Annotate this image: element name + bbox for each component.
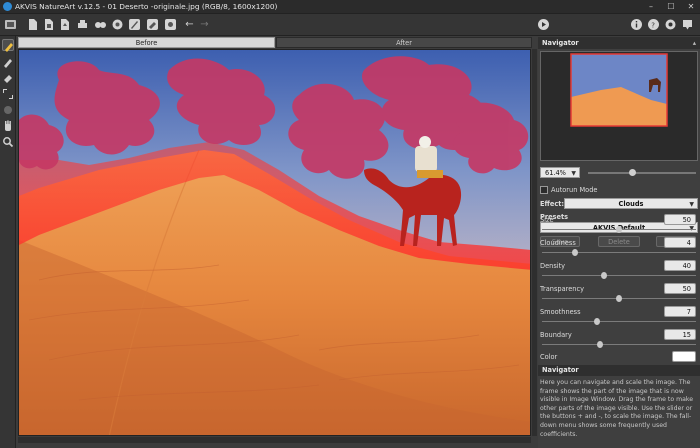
eraser-tool-icon[interactable] xyxy=(146,18,159,31)
tab-after[interactable]: After xyxy=(276,37,532,48)
run-icon[interactable] xyxy=(537,18,550,31)
navigator-title: Navigator xyxy=(542,39,579,47)
hand-icon[interactable] xyxy=(2,120,14,132)
info-icon[interactable] xyxy=(630,18,643,31)
settings-tool-icon[interactable] xyxy=(164,18,177,31)
navigator-header: Navigator ▴ xyxy=(538,37,700,49)
tab-before[interactable]: Before xyxy=(18,37,275,48)
gear-icon[interactable] xyxy=(664,18,677,31)
param-slider[interactable] xyxy=(542,252,696,253)
title-bar: AKVIS NatureArt v.12.5 - 01 Deserto -ori… xyxy=(0,0,700,14)
navigator-thumbnail xyxy=(541,52,697,160)
horizontal-scrollbar[interactable] xyxy=(18,437,531,443)
window-title: AKVIS NatureArt v.12.5 - 01 Deserto -ori… xyxy=(15,2,278,11)
zoom-slider-thumb[interactable] xyxy=(628,169,636,176)
autorun-checkbox[interactable] xyxy=(540,186,548,194)
help-header: Navigator xyxy=(538,365,700,376)
param-slider-thumb[interactable] xyxy=(571,249,578,256)
export-file-icon[interactable] xyxy=(58,18,71,31)
param-value-input[interactable]: 50 xyxy=(664,214,696,225)
brush-tool-icon[interactable] xyxy=(128,18,141,31)
param-cloudiness: Cloudiness 4 xyxy=(538,237,700,261)
brush-icon[interactable] xyxy=(2,39,14,52)
redo-icon[interactable]: → xyxy=(198,18,211,31)
param-label: Transparency xyxy=(540,285,584,293)
main-toolbar: ← → ? xyxy=(0,14,700,36)
param-slider-thumb[interactable] xyxy=(596,341,603,348)
effect-value: Clouds xyxy=(618,200,644,208)
param-transparency: Transparency 50 xyxy=(538,283,700,307)
undo-icon[interactable]: ← xyxy=(183,18,196,31)
notification-icon[interactable] xyxy=(681,18,694,31)
pencil-icon[interactable] xyxy=(2,56,14,68)
svg-text:?: ? xyxy=(651,21,655,29)
param-value-input[interactable]: 50 xyxy=(664,283,696,294)
print-icon[interactable] xyxy=(76,18,89,31)
param-slider-thumb[interactable] xyxy=(601,272,608,279)
close-button[interactable]: ✕ xyxy=(682,0,700,13)
param-slider[interactable] xyxy=(542,275,696,276)
param-value-input[interactable]: 40 xyxy=(664,260,696,271)
collapse-icon[interactable]: ▴ xyxy=(693,37,696,49)
param-value-input[interactable]: 15 xyxy=(664,329,696,340)
eraser-icon[interactable] xyxy=(2,72,14,84)
chevron-down-icon: ▼ xyxy=(689,201,694,208)
param-label: Smoothness xyxy=(540,308,581,316)
minimize-button[interactable]: – xyxy=(642,0,660,13)
view-tabs: Before After xyxy=(18,37,532,48)
zoom-value: 61.4% xyxy=(545,169,566,177)
maximize-button[interactable]: ☐ xyxy=(662,0,680,13)
param-slider-thumb[interactable] xyxy=(616,226,622,233)
help-text: Here you can navigate and scale the imag… xyxy=(540,379,694,438)
param-label: Cloudiness xyxy=(540,239,576,247)
effect-select[interactable]: Clouds ▼ xyxy=(564,198,698,209)
zoom-icon[interactable] xyxy=(2,136,14,148)
param-value-input[interactable]: 7 xyxy=(664,306,696,317)
param-label: Boundary xyxy=(540,331,572,339)
zoom-slider[interactable] xyxy=(588,172,696,174)
param-boundary: Boundary 15 xyxy=(538,329,700,353)
param-value-input[interactable]: 4 xyxy=(664,237,696,248)
param-label: Density xyxy=(540,262,566,270)
color-swatch[interactable] xyxy=(672,351,696,362)
home-icon[interactable] xyxy=(4,18,17,31)
image-canvas[interactable] xyxy=(18,49,531,436)
vertical-scrollbar[interactable] xyxy=(532,49,537,436)
navigator-preview[interactable] xyxy=(540,51,698,161)
app-logo-icon xyxy=(3,2,12,11)
param-slider-thumb[interactable] xyxy=(593,318,600,325)
autorun-label: Autorun Mode xyxy=(551,186,598,194)
color-label: Color xyxy=(540,353,558,361)
magic-icon[interactable] xyxy=(2,104,14,116)
desert-photo xyxy=(19,50,530,435)
param-slider[interactable] xyxy=(542,321,696,322)
param-smoothness: Smoothness 7 xyxy=(538,306,700,330)
param-slider-thumb[interactable] xyxy=(616,295,622,302)
param-size: Size 50 xyxy=(538,214,700,238)
help-icon[interactable]: ? xyxy=(647,18,660,31)
effect-label: Effect: xyxy=(540,200,565,208)
batch-icon[interactable] xyxy=(94,18,107,31)
chevron-down-icon: ▼ xyxy=(571,170,576,177)
share-icon[interactable] xyxy=(111,18,124,31)
save-file-icon[interactable] xyxy=(42,18,55,31)
crop-icon[interactable] xyxy=(2,88,14,100)
left-tool-strip xyxy=(0,36,16,448)
param-density: Density 40 xyxy=(538,260,700,284)
settings-panel: Navigator ▴ 61.4% ▼ Autorun Mode Effect:… xyxy=(538,37,700,448)
open-file-icon[interactable] xyxy=(26,18,39,31)
param-slider[interactable] xyxy=(542,344,696,345)
param-label: Size xyxy=(540,216,554,224)
zoom-select[interactable]: 61.4% ▼ xyxy=(540,167,580,178)
